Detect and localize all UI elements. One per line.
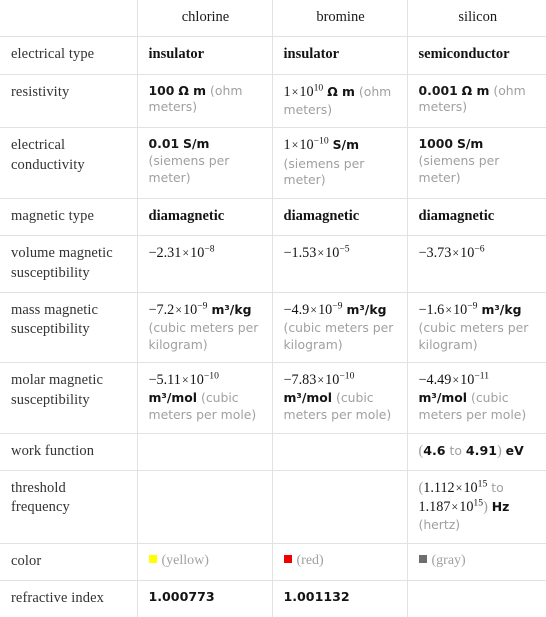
row-label-electrical-type: electrical type (0, 36, 138, 75)
properties-comparison-table: chlorine bromine silicon electrical type ins… (0, 0, 546, 617)
header-cell-chlorine: chlorine (137, 0, 273, 37)
table-row: work function (4.6 to 4.91) eV (0, 432, 546, 471)
cell-color-chlorine: (yellow) (137, 542, 273, 581)
table-body: chlorine bromine silicon electrical type ins… (0, 0, 546, 617)
cell-value: 100 Ω m (ohm meters) (148, 82, 243, 115)
color-swatch (418, 554, 427, 563)
cell-work-function-silicon: (4.6 to 4.91) eV (407, 432, 546, 471)
cell-value: (gray) (418, 552, 466, 568)
cell-value: diamagnetic (418, 207, 495, 224)
cell-magnetic-type-bromine: diamagnetic (272, 197, 408, 236)
cell-magnetic-type-chlorine: diamagnetic (137, 197, 273, 236)
cell-value: diamagnetic (148, 207, 225, 224)
cell-refractive-index-chlorine: 1.000773 (137, 580, 273, 617)
cell-refractive-index-bromine: 1.001132 (272, 580, 408, 617)
cell-electrical-conductivity-chlorine: 0.01 S/m (siemens per meter) (137, 127, 273, 199)
header-cell-silicon: silicon (458, 9, 498, 25)
row-label-refractive-index: refractive index (0, 580, 138, 617)
table-row: electrical conductivity 0.01 S/m (siemens… (0, 127, 546, 199)
row-label-resistivity: resistivity (0, 73, 138, 128)
cell-mass-magnetic-susceptibility-chlorine: −7.2×10−9 m³/kg (cubic meters per kilogr… (137, 291, 273, 363)
cell-color-bromine: (red) (272, 542, 408, 581)
color-swatch (148, 554, 157, 563)
cell-value: −2.31×10−8 (148, 243, 215, 262)
table-row: volume magnetic susceptibility −2.31×10−8… (0, 235, 546, 293)
cell-value: insulator (148, 46, 205, 63)
color-name: (gray) (431, 552, 466, 568)
cell-electrical-type-chlorine: insulator (137, 36, 273, 75)
row-label-color: color (0, 542, 138, 581)
table-header-row: chlorine bromine silicon (0, 0, 546, 37)
cell-value: (1.112×1015 to 1.187×1015) Hz (hertz) (418, 478, 510, 532)
cell-value: (red) (283, 552, 324, 568)
cell-value: −7.2×10−9 m³/kg (cubic meters per kilogr… (148, 300, 259, 352)
cell-value: diamagnetic (283, 207, 360, 224)
cell-magnetic-type-silicon: diamagnetic (407, 197, 546, 236)
cell-value: 1.000773 (148, 589, 215, 605)
cell-value: −4.9×10−9 m³/kg (cubic meters per kilogr… (283, 300, 394, 352)
cell-electrical-type-silicon: semiconductor (407, 36, 546, 75)
cell-threshold-frequency-bromine (272, 469, 408, 544)
cell-mass-magnetic-susceptibility-bromine: −4.9×10−9 m³/kg (cubic meters per kilogr… (272, 291, 408, 363)
cell-value: (4.6 to 4.91) eV (418, 442, 524, 459)
table-row: refractive index 1.000773 1.001132 (0, 580, 546, 617)
cell-value: −1.53×10−5 (283, 243, 350, 262)
header-cell-blank (0, 0, 138, 37)
cell-work-function-bromine (272, 432, 408, 471)
row-label-threshold-frequency: threshold frequency (0, 469, 138, 544)
cell-value: 0.001 Ω m (ohm meters) (418, 82, 526, 115)
row-label-work-function: work function (0, 432, 138, 471)
table-row: molar magnetic susceptibility −5.11×10−10… (0, 362, 546, 433)
row-label-electrical-conductivity: electrical conductivity (0, 127, 138, 199)
cell-work-function-chlorine (137, 432, 273, 471)
cell-value: −5.11×10−10 m³/mol (cubic meters per mol… (148, 370, 257, 422)
table-row: threshold frequency (1.112×1015 to 1.187×… (0, 469, 546, 544)
cell-electrical-conductivity-silicon: 1000 S/m (siemens per meter) (407, 127, 546, 199)
cell-molar-magnetic-susceptibility-silicon: −4.49×10−11 m³/mol (cubic meters per mol… (407, 362, 546, 433)
cell-value: −3.73×10−6 (418, 243, 485, 262)
cell-resistivity-chlorine: 100 Ω m (ohm meters) (137, 73, 273, 128)
cell-volume-magnetic-susceptibility-bromine: −1.53×10−5 (272, 235, 408, 293)
row-label-molar-magnetic-susceptibility: molar magnetic susceptibility (0, 362, 138, 433)
cell-electrical-type-bromine: insulator (272, 36, 408, 75)
color-name: (yellow) (161, 552, 209, 568)
cell-value: insulator (283, 46, 340, 63)
table-row: electrical type insulator insulator semicon… (0, 36, 546, 75)
table-row: color (yellow) (red) (gray) (0, 542, 546, 581)
color-swatch (283, 554, 292, 563)
cell-volume-magnetic-susceptibility-chlorine: −2.31×10−8 (137, 235, 273, 293)
cell-resistivity-bromine: 1×1010 Ω m (ohm meters) (272, 73, 408, 128)
table-row: magnetic type diamagnetic diamagnetic diama… (0, 197, 546, 236)
row-label-volume-magnetic-susceptibility: volume magnetic susceptibility (0, 235, 138, 293)
cell-value: 1×1010 Ω m (ohm meters) (283, 82, 392, 117)
cell-value: semiconductor (418, 46, 510, 63)
cell-value: 1000 S/m (siemens per meter) (418, 136, 500, 185)
cell-resistivity-silicon: 0.001 Ω m (ohm meters) (407, 73, 546, 128)
cell-value: 0.01 S/m (siemens per meter) (148, 136, 230, 185)
cell-molar-magnetic-susceptibility-chlorine: −5.11×10−10 m³/mol (cubic meters per mol… (137, 362, 273, 433)
cell-molar-magnetic-susceptibility-bromine: −7.83×10−10 m³/mol (cubic meters per mol… (272, 362, 408, 433)
cell-mass-magnetic-susceptibility-silicon: −1.6×10−9 m³/kg (cubic meters per kilogr… (407, 291, 546, 363)
cell-value: 1.001132 (283, 589, 350, 605)
cell-value: −4.49×10−11 m³/mol (cubic meters per mol… (418, 370, 527, 422)
table-row: resistivity 100 Ω m (ohm meters) 1×1010 Ω … (0, 73, 546, 128)
cell-volume-magnetic-susceptibility-silicon: −3.73×10−6 (407, 235, 546, 293)
cell-threshold-frequency-chlorine (137, 469, 273, 544)
color-name: (red) (296, 552, 324, 568)
cell-refractive-index-silicon (407, 580, 546, 617)
row-label-magnetic-type: magnetic type (0, 197, 138, 236)
cell-electrical-conductivity-bromine: 1×10−10 S/m (siemens per meter) (272, 127, 408, 199)
header-cell-bromine: bromine (272, 0, 408, 37)
cell-value: 1×10−10 S/m (siemens per meter) (283, 135, 365, 188)
cell-threshold-frequency-silicon: (1.112×1015 to 1.187×1015) Hz (hertz) (407, 469, 546, 544)
cell-value: −1.6×10−9 m³/kg (cubic meters per kilogr… (418, 300, 529, 352)
row-label-mass-magnetic-susceptibility: mass magnetic susceptibility (0, 291, 138, 363)
table-row: mass magnetic susceptibility −7.2×10−9 m³… (0, 291, 546, 363)
cell-color-silicon: (gray) (407, 542, 546, 581)
cell-value: (yellow) (148, 552, 209, 568)
cell-value: −7.83×10−10 m³/mol (cubic meters per mol… (283, 370, 392, 422)
